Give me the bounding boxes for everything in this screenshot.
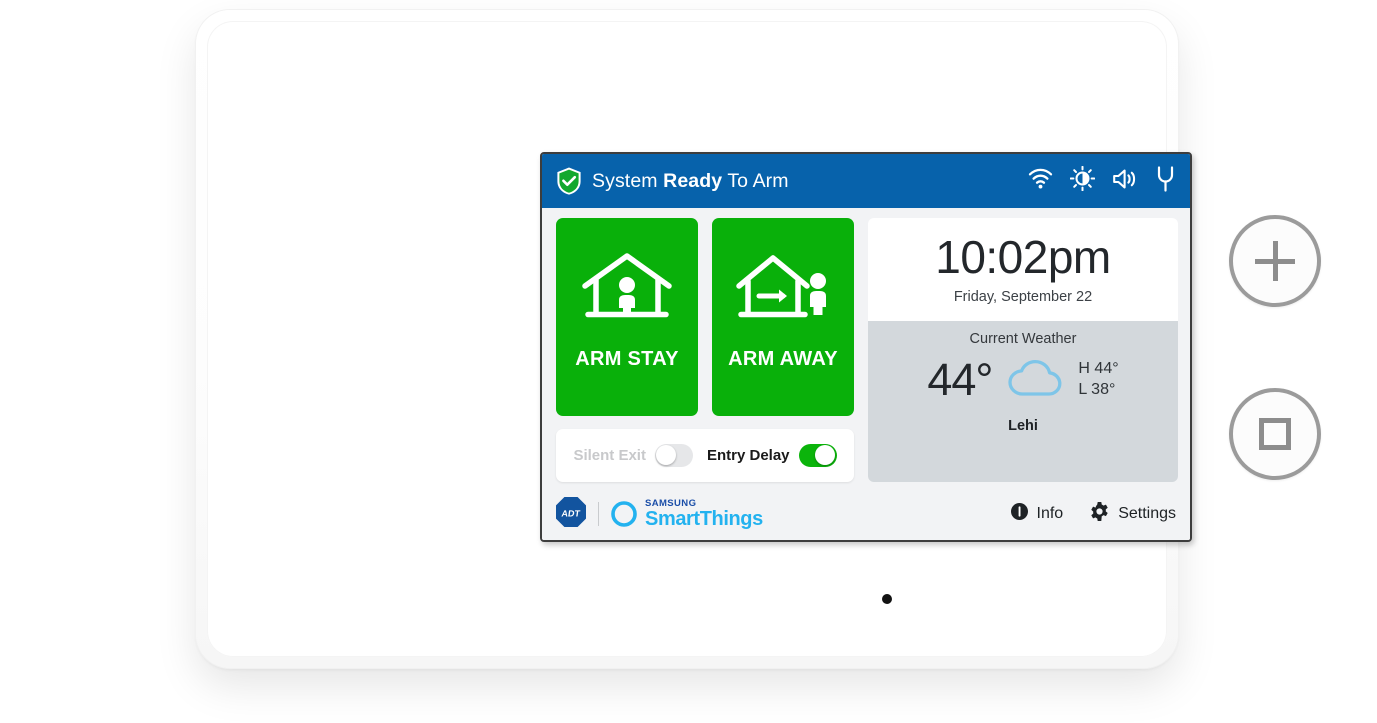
info-icon (1010, 502, 1029, 526)
entry-delay-toggle-group[interactable]: Entry Delay (706, 443, 837, 467)
touchscreen: System Ready To Arm ARM STAY ARM AWAY Si… (540, 152, 1192, 542)
status-prefix: System (592, 169, 664, 192)
shield-check-icon (555, 166, 583, 196)
square-icon (1259, 418, 1291, 450)
status-icon-tray (1028, 165, 1176, 197)
clock-card[interactable]: 10:02pm Friday, September 22 (868, 218, 1178, 321)
left-column: ARM STAY ARM AWAY Silent Exit Entry Dela… (556, 218, 854, 482)
weather-temperature: 44° (927, 354, 993, 405)
arm-stay-label: ARM STAY (575, 348, 679, 370)
status-suffix: To Arm (722, 169, 789, 192)
house-arrow-person-outside-icon (735, 246, 831, 334)
silent-exit-toggle[interactable] (654, 443, 693, 467)
weather-title: Current Weather (969, 331, 1077, 347)
arm-stay-button[interactable]: ARM STAY (556, 218, 698, 416)
clock-time: 10:02pm (935, 231, 1111, 283)
smartthings-wordmark: SAMSUNG SmartThings (645, 499, 763, 530)
clock-date: Friday, September 22 (953, 289, 1093, 305)
wifi-icon[interactable] (1028, 168, 1053, 194)
smartthings-label: SmartThings (645, 508, 763, 531)
info-label: Info (1036, 505, 1064, 522)
power-plug-icon[interactable] (1155, 165, 1176, 197)
brand-area: ADT SAMSUNG SmartThings (555, 496, 763, 533)
system-status-text: System Ready To Arm (592, 170, 789, 193)
panic-button[interactable] (1229, 215, 1321, 307)
smartthings-logo: SAMSUNG SmartThings (610, 499, 763, 530)
mic-dot (882, 594, 892, 604)
entry-delay-toggle[interactable] (798, 443, 837, 467)
adt-logo: ADT (555, 496, 587, 533)
gear-icon (1089, 501, 1110, 527)
house-person-inside-icon (579, 246, 675, 334)
settings-button[interactable]: Settings (1089, 501, 1176, 527)
screen-content: ARM STAY ARM AWAY Silent Exit Entry Dela… (542, 208, 1190, 488)
toggle-card: Silent Exit Entry Delay (556, 428, 854, 482)
info-button[interactable]: Info (1010, 502, 1064, 526)
arm-away-button[interactable]: ARM AWAY (712, 218, 854, 416)
plus-icon (1255, 241, 1295, 281)
weather-high: H 44° (1078, 359, 1119, 377)
bottom-actions: Info Settings (1010, 501, 1176, 527)
security-panel-device: System Ready To Arm ARM STAY ARM AWAY Si… (196, 10, 1321, 668)
status-bar: System Ready To Arm (542, 154, 1190, 208)
entry-delay-label: Entry Delay (706, 446, 790, 464)
arm-away-label: ARM AWAY (728, 348, 838, 370)
volume-icon[interactable] (1112, 168, 1138, 195)
status-bold: Ready (663, 169, 723, 192)
weather-card[interactable]: Current Weather 44° H 44° L 38° Lehi (868, 321, 1178, 482)
toggle-knob (815, 445, 836, 466)
brand-divider (598, 502, 599, 526)
weather-location: Lehi (1008, 418, 1038, 434)
silent-exit-toggle-group[interactable]: Silent Exit (573, 443, 693, 467)
brightness-icon[interactable] (1069, 165, 1096, 196)
weather-high-low: H 44° L 38° (1078, 359, 1118, 401)
cloud-icon (1005, 355, 1065, 404)
arm-buttons-row: ARM STAY ARM AWAY (556, 218, 854, 416)
home-button[interactable] (1229, 388, 1321, 480)
svg-text:ADT: ADT (561, 508, 581, 518)
weather-low: L 38° (1078, 380, 1116, 398)
settings-label: Settings (1118, 505, 1176, 522)
weather-details: 44° H 44° L 38° (927, 355, 1118, 404)
bottom-bar: ADT SAMSUNG SmartThings Info Settings (542, 488, 1190, 540)
toggle-knob (656, 445, 677, 466)
samsung-label: SAMSUNG (645, 497, 697, 509)
info-column: 10:02pm Friday, September 22 Current Wea… (868, 218, 1178, 482)
silent-exit-label: Silent Exit (573, 446, 646, 464)
